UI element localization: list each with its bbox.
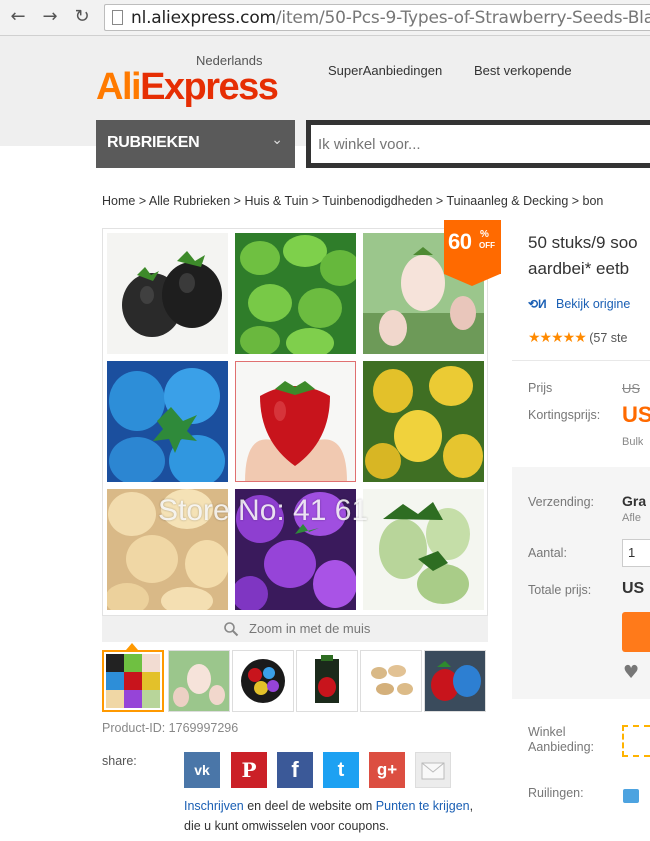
facebook-icon: f — [291, 757, 299, 782]
url-text: nl.aliexpress.com/item/50-Pcs-9-Types-of… — [131, 8, 650, 28]
quantity-label: Aantal: — [528, 546, 567, 560]
product-title-line2: aardbei* eetb — [528, 259, 630, 278]
shipping-sub: Afle — [622, 512, 641, 524]
discount-badge-tail — [444, 274, 500, 286]
site-header: Nederlands AliExpress SuperAanbiedingen … — [0, 36, 650, 168]
page-icon — [112, 10, 123, 25]
googleplus-share-button[interactable]: g+ — [369, 752, 405, 788]
store-deal-label: Winkel Aanbieding: — [528, 725, 594, 755]
forward-button[interactable]: → — [40, 7, 60, 27]
product-id: Product-ID: 1769997296 — [102, 721, 239, 735]
exchange-icon — [623, 789, 639, 803]
product-image-gallery[interactable] — [102, 228, 488, 616]
total-price-label: Totale prijs: — [528, 583, 592, 597]
green-strawberry-image — [235, 233, 356, 354]
discount-number: 60 — [448, 229, 472, 254]
yellow-strawberry-image — [363, 361, 484, 482]
discount-price: US — [622, 402, 650, 427]
black-strawberry-image — [107, 233, 228, 354]
discount-percent: % — [480, 229, 489, 240]
twitter-share-button[interactable]: t — [323, 752, 359, 788]
thumbnail-6[interactable] — [424, 650, 486, 712]
zoom-hint-text: Zoom in met de muis — [249, 621, 371, 636]
pale-green-strawberry-image — [363, 489, 484, 610]
quantity-input[interactable]: 1 — [622, 539, 650, 567]
thumbnail-1[interactable] — [102, 650, 164, 712]
nav-superaanbiedingen[interactable]: SuperAanbiedingen — [328, 63, 442, 78]
share-label: share: — [102, 754, 137, 768]
categories-button[interactable]: RUBRIEKEN ⌄ — [96, 120, 295, 168]
logo-ali: Ali — [96, 66, 142, 108]
buy-now-button[interactable] — [622, 612, 650, 652]
facebook-share-button[interactable]: f — [277, 752, 313, 788]
star-rating-icon: ★★★★★ — [528, 330, 587, 346]
shipping-value: Gra — [622, 493, 647, 509]
view-original-text: Bekijk origine — [556, 297, 631, 311]
view-original-link[interactable]: ⟲И Bekijk origine — [528, 297, 650, 311]
price-label: Prijs — [528, 381, 553, 395]
pinterest-share-button[interactable]: P — [231, 752, 267, 788]
pinterest-icon: P — [241, 758, 257, 782]
rating-count: (57 ste — [589, 331, 628, 345]
exchange-label: Ruilingen: — [528, 786, 584, 800]
back-button[interactable]: ← — [8, 7, 28, 27]
divider — [512, 360, 650, 361]
blue-strawberry-image — [107, 361, 228, 482]
browser-toolbar: ← → ↻ nl.aliexpress.com/item/50-Pcs-9-Ty… — [0, 0, 650, 36]
breadcrumb[interactable]: Home > Alle Rubrieken > Huis & Tuin > Tu… — [102, 194, 603, 208]
discount-off: OFF — [479, 241, 495, 250]
store-watermark: Store No: 41 61 — [158, 494, 369, 527]
envelope-icon — [421, 762, 445, 780]
magnifier-icon — [224, 622, 239, 637]
chevron-down-icon: ⌄ — [271, 132, 283, 148]
nav-best-verkopende[interactable]: Best verkopende — [474, 63, 572, 78]
thumbnail-strip — [102, 650, 488, 712]
product-title: 50 stuks/9 soo aardbei* eetb — [528, 230, 650, 282]
logo-express: Express — [140, 66, 279, 108]
subscribe-link[interactable]: Inschrijven — [184, 799, 244, 813]
vk-share-button[interactable]: vk — [184, 752, 220, 788]
search-box — [306, 120, 650, 168]
url-host: nl.aliexpress.com — [131, 8, 276, 28]
red-strawberry-in-hands-image — [235, 361, 356, 482]
earn-points-link[interactable]: Punten te krijgen — [376, 799, 470, 813]
product-title-line1: 50 stuks/9 soo — [528, 233, 638, 252]
store-deal-label-line1: Winkel — [528, 725, 566, 739]
thumbnail-pointer — [126, 643, 138, 650]
translate-icon: ⟲И — [528, 297, 547, 311]
shipping-label: Verzending: — [528, 495, 595, 509]
discount-price-label: Kortingsprijs: — [528, 408, 601, 422]
original-price: US — [622, 381, 641, 396]
thumbnail-5[interactable] — [360, 650, 422, 712]
rating[interactable]: ★★★★★ (57 ste — [528, 330, 650, 346]
reload-button[interactable]: ↻ — [72, 7, 92, 27]
share-points-text: Inschrijven en deel de website om Punten… — [184, 796, 484, 836]
store-deal-label-line2: Aanbieding: — [528, 740, 595, 754]
thumbnail-4[interactable] — [296, 650, 358, 712]
store-coupon-box[interactable] — [622, 725, 650, 757]
share-text-mid: en deel de website om — [243, 799, 376, 813]
address-bar[interactable]: nl.aliexpress.com/item/50-Pcs-9-Types-of… — [104, 4, 650, 31]
googleplus-icon: g+ — [376, 760, 398, 779]
categories-label: RUBRIEKEN — [107, 134, 200, 151]
thumbnail-3[interactable] — [232, 650, 294, 712]
aliexpress-logo[interactable]: AliExpress — [96, 66, 279, 109]
discount-badge: 60 % OFF — [444, 220, 501, 274]
total-price: US — [622, 580, 645, 597]
thumbnail-2[interactable] — [168, 650, 230, 712]
url-path: /item/50-Pcs-9-Types-of-Strawberry-Seeds… — [275, 8, 650, 28]
zoom-hint-bar: Zoom in met de muis — [102, 616, 488, 642]
bulk-price-text: Bulk — [622, 436, 644, 448]
vk-icon: vk — [194, 762, 210, 778]
twitter-icon: t — [337, 759, 345, 781]
email-share-button[interactable] — [415, 752, 451, 788]
search-input[interactable] — [311, 125, 650, 163]
heart-icon[interactable]: ♥ — [623, 662, 639, 683]
